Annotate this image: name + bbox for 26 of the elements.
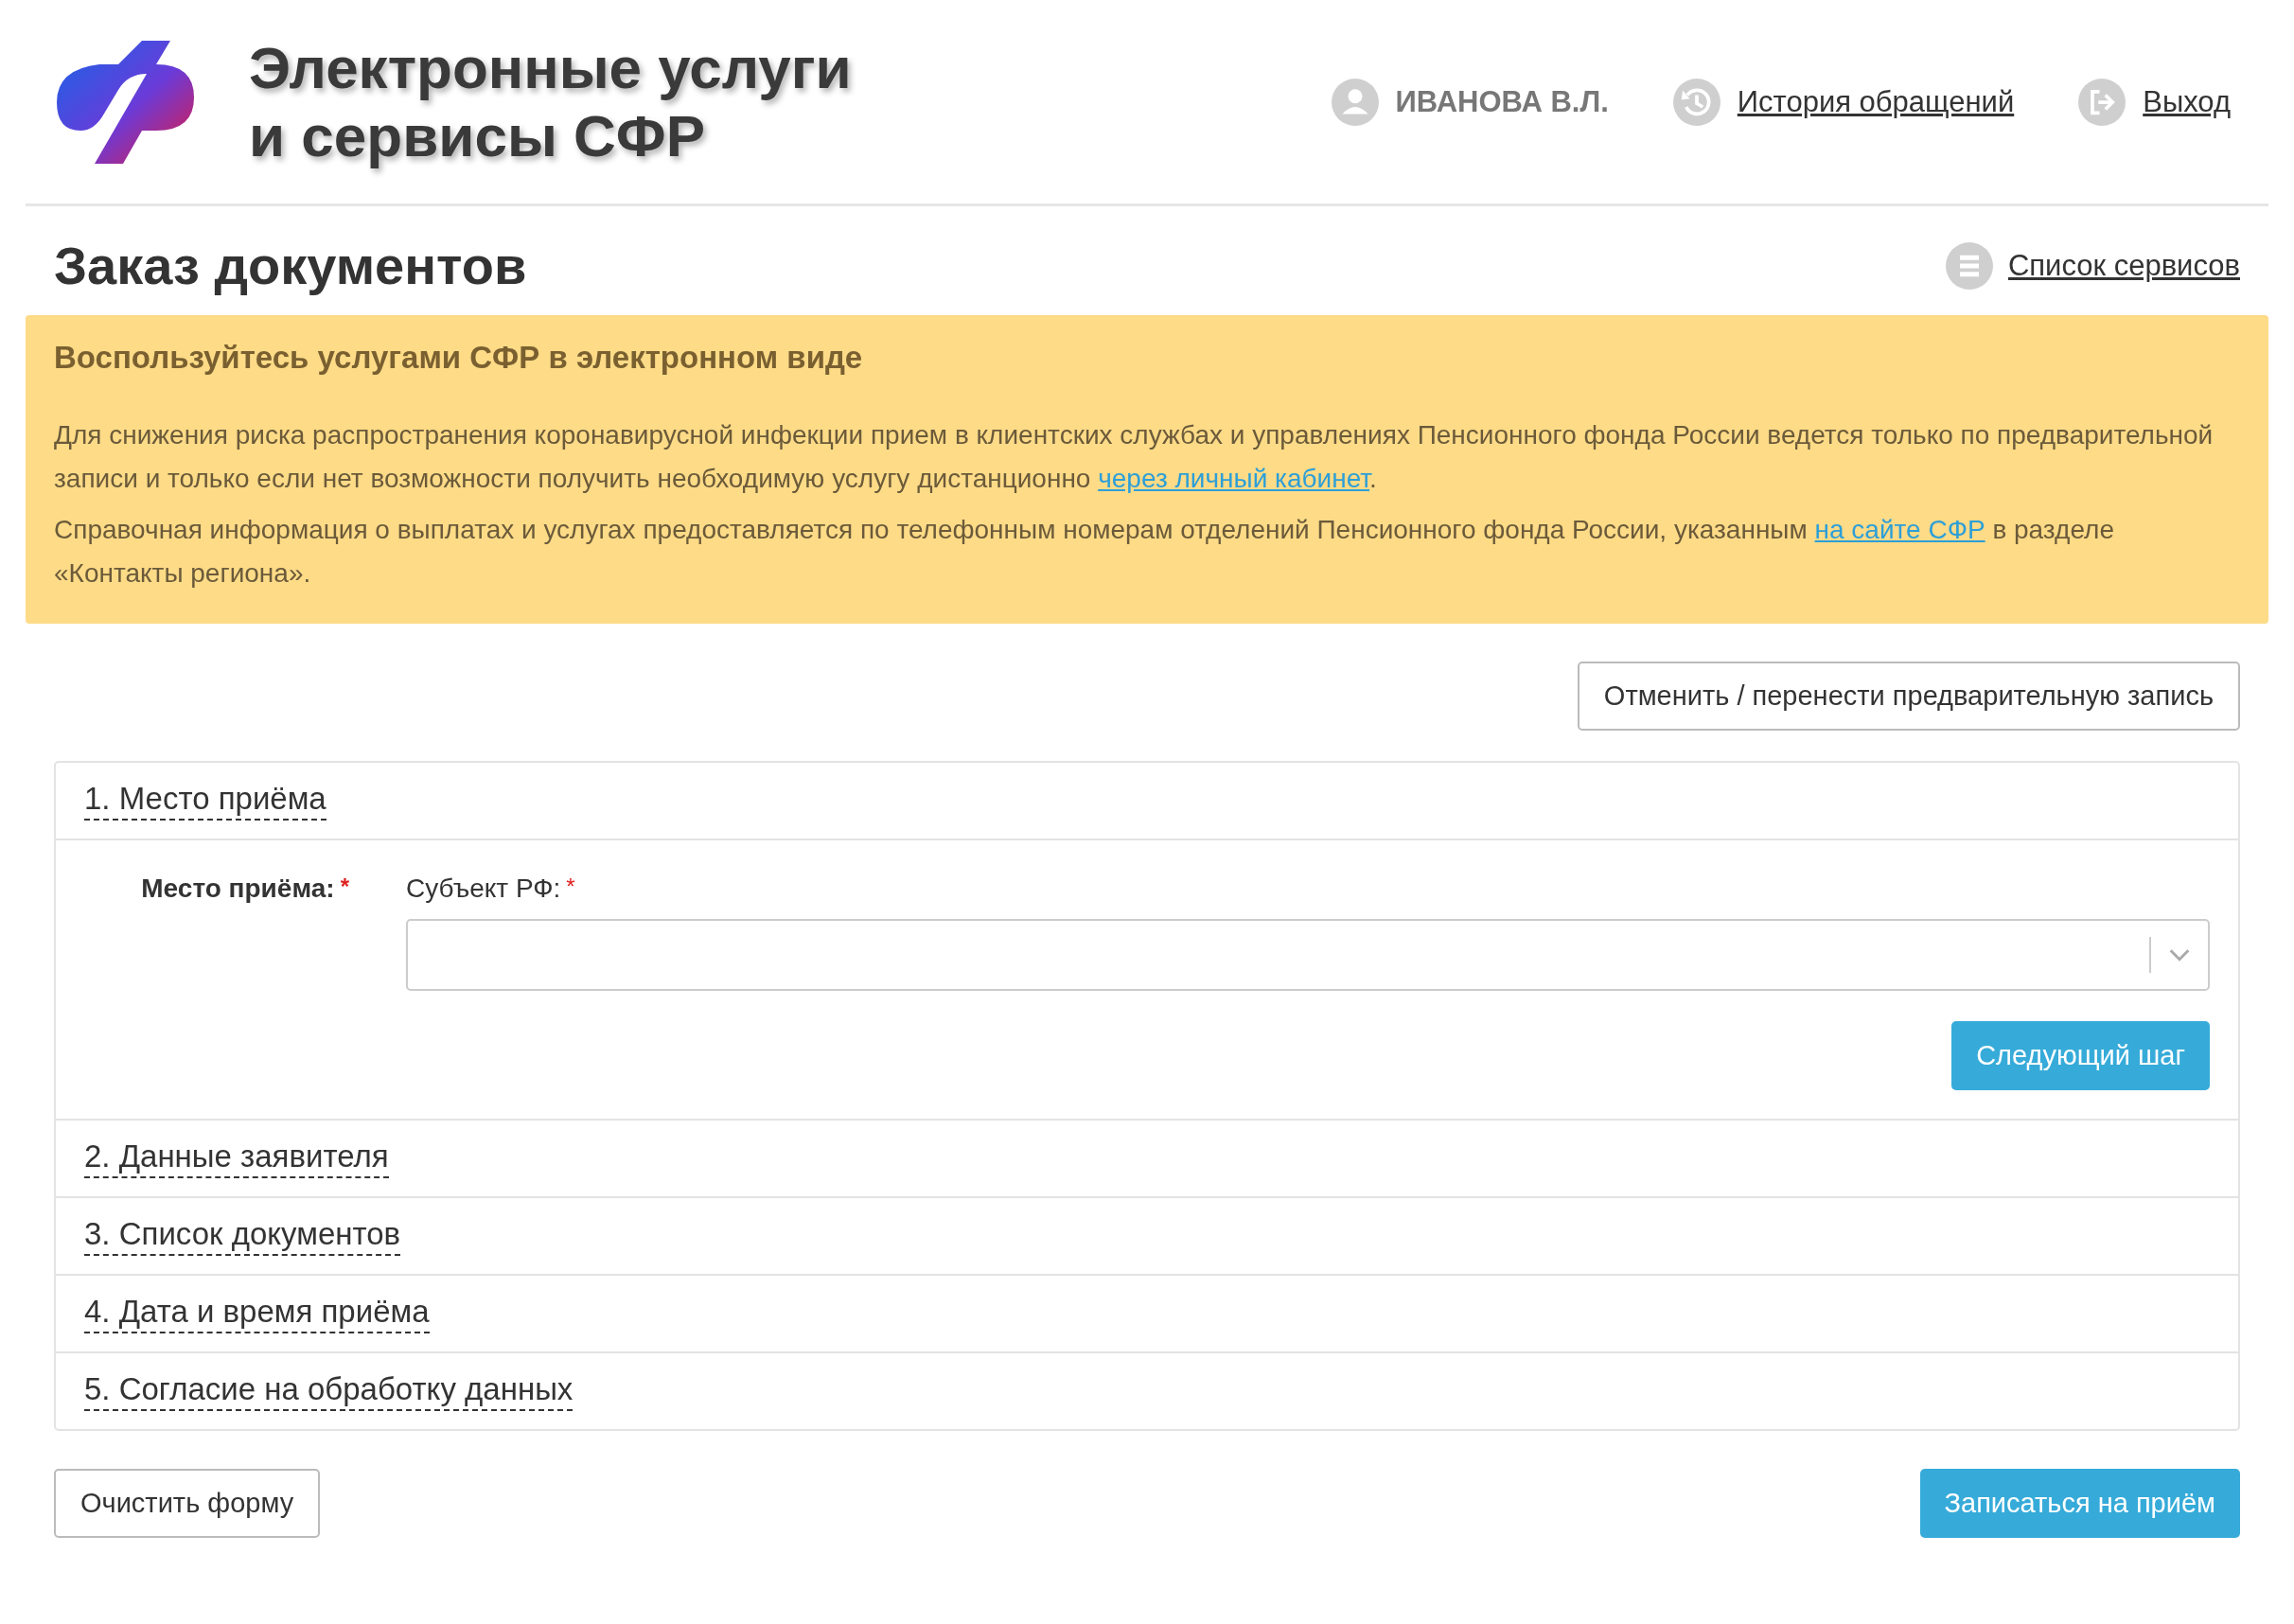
required-mark: * [566, 874, 575, 899]
user-name: ИВАНОВА В.Л. [1395, 84, 1609, 119]
chevron-down-icon [2168, 948, 2191, 962]
field-label: Субъект РФ: [406, 874, 561, 903]
step-header[interactable]: 3. Список документов [84, 1216, 401, 1256]
notice-text: Для снижения риска распространения коронавирусной инфекции прием в клиентских службах и управлениях Пенсионного фонда России ведется только по предварительной записи и только если нет возможности получить необходимую услугу дистанционно через личный кабинет. [54, 419, 2215, 495]
step-header[interactable]: 4. Дата и время приёма [84, 1294, 430, 1333]
site-title: Электронные услуги и сервисы СФР [249, 33, 852, 170]
cancel-appointment-button[interactable]: Отменить / перенести предварительную запись [1577, 662, 2240, 731]
header-link[interactable]: Выход [2143, 84, 2231, 119]
required-mark: * [340, 874, 349, 899]
group-label: Место приёма: [141, 874, 335, 903]
page-title: Заказ документов [54, 235, 528, 296]
clear-form-button[interactable]: Очистить форму [54, 1469, 321, 1538]
step-header[interactable]: 2. Данные заявителя [84, 1139, 389, 1178]
history-icon [1672, 78, 1720, 126]
notice-text: Справочная информация о выплатах и услугах предоставляется по телефонным номерам отделений Пенсионного фонда России, указанным на сайте СФР в разделе «Контакты региона». [54, 514, 2115, 590]
region-select[interactable] [406, 919, 2210, 991]
user-avatar-icon [1331, 78, 1379, 126]
step-header[interactable]: 1. Место приёма [84, 781, 326, 821]
notice-title: Воспользуйтесь услугами СФР в электронном виде [54, 340, 864, 376]
header-link[interactable]: История обращений [1737, 84, 2015, 119]
list-icon [1945, 241, 1993, 290]
logout-icon [2078, 78, 2126, 126]
step-header[interactable]: 5. Согласие на обработку данных [84, 1371, 574, 1411]
services-link[interactable]: Список сервисов [2007, 248, 2240, 283]
